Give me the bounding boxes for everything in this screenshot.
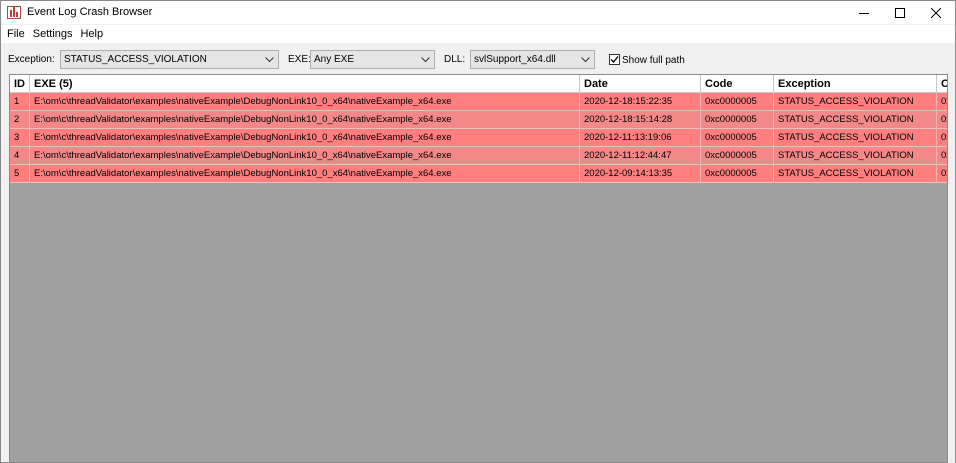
table-row[interactable]: 2 E:\om\c\threadValidator\examples\nativ… [10,111,947,129]
cell-id: 5 [10,165,30,183]
close-button[interactable] [918,1,954,24]
crash-table[interactable]: ID EXE (5) Date Code Exception O 1 E:\om… [9,74,948,463]
cell-date: 2020-12-18:15:22:35 [580,93,701,111]
maximize-icon [895,7,905,18]
cell-date: 2020-12-09:14:13:35 [580,165,701,183]
dll-select[interactable]: svlSupport_x64.dll [470,50,595,69]
cell-exception: STATUS_ACCESS_VIOLATION [774,165,937,183]
cell-o: 0x [937,147,947,165]
column-header-code[interactable]: Code [701,75,774,93]
app-chart-icon [7,6,21,19]
cell-id: 3 [10,129,30,147]
exception-select[interactable]: STATUS_ACCESS_VIOLATION [60,50,279,69]
minimize-button[interactable] [846,1,882,24]
app-window: Event Log Crash Browser File Settings He… [0,0,956,463]
cell-id: 2 [10,111,30,129]
chevron-down-icon [421,57,430,63]
menu-settings[interactable]: Settings [29,28,77,40]
exe-label: EXE: [288,54,311,65]
exception-select-value: STATUS_ACCESS_VIOLATION [64,54,207,65]
exe-select-value: Any EXE [314,54,355,65]
chevron-down-icon [581,57,590,63]
cell-code: 0xc0000005 [701,165,774,183]
window-right-edge [948,74,955,463]
cell-exception: STATUS_ACCESS_VIOLATION [774,93,937,111]
table-row[interactable]: 5 E:\om\c\threadValidator\examples\nativ… [10,165,947,183]
filter-toolbar: Exception: STATUS_ACCESS_VIOLATION EXE: … [1,46,955,72]
cell-date: 2020-12-18:15:14:28 [580,111,701,129]
cell-date: 2020-12-11:13:19:06 [580,129,701,147]
cell-o: 0x [937,111,947,129]
maximize-button[interactable] [882,1,918,24]
cell-exe: E:\om\c\threadValidator\examples\nativeE… [30,165,580,183]
dll-select-value: svlSupport_x64.dll [474,54,556,65]
dll-label: DLL: [444,54,466,65]
cell-id: 4 [10,147,30,165]
cell-code: 0xc0000005 [701,93,774,111]
cell-exception: STATUS_ACCESS_VIOLATION [774,147,937,165]
cell-id: 1 [10,93,30,111]
exception-label: Exception: [8,54,55,65]
cell-code: 0xc0000005 [701,129,774,147]
exe-select[interactable]: Any EXE [310,50,435,69]
cell-o: 0x [937,93,947,111]
cell-o: 0x [937,129,947,147]
column-header-date[interactable]: Date [580,75,701,93]
menu-help[interactable]: Help [76,28,107,40]
window-title: Event Log Crash Browser [27,6,153,18]
table-header: ID EXE (5) Date Code Exception O [10,75,947,93]
table-row[interactable]: 4 E:\om\c\threadValidator\examples\nativ… [10,147,947,165]
cell-exception: STATUS_ACCESS_VIOLATION [774,111,937,129]
cell-exe: E:\om\c\threadValidator\examples\nativeE… [30,111,580,129]
column-header-exception[interactable]: Exception [774,75,937,93]
title-bar[interactable]: Event Log Crash Browser [1,1,955,24]
column-header-o[interactable]: O [937,75,947,93]
cell-exe: E:\om\c\threadValidator\examples\nativeE… [30,93,580,111]
cell-code: 0xc0000005 [701,147,774,165]
cell-code: 0xc0000005 [701,111,774,129]
show-full-path-checkbox[interactable] [609,54,620,65]
menu-file[interactable]: File [3,28,29,40]
cell-exe: E:\om\c\threadValidator\examples\nativeE… [30,129,580,147]
cell-exe: E:\om\c\threadValidator\examples\nativeE… [30,147,580,165]
minimize-icon [859,12,869,14]
table-row[interactable]: 3 E:\om\c\threadValidator\examples\nativ… [10,129,947,147]
column-header-exe[interactable]: EXE (5) [30,75,580,93]
column-header-id[interactable]: ID [10,75,30,93]
close-icon [931,7,941,18]
cell-date: 2020-12-11:12:44:47 [580,147,701,165]
table-row[interactable]: 1 E:\om\c\threadValidator\examples\nativ… [10,93,947,111]
cell-exception: STATUS_ACCESS_VIOLATION [774,129,937,147]
cell-o: 0x [937,165,947,183]
menu-bar: File Settings Help [1,25,955,43]
chevron-down-icon [265,57,274,63]
checkmark-icon [610,56,619,63]
show-full-path-label[interactable]: Show full path [622,55,685,66]
